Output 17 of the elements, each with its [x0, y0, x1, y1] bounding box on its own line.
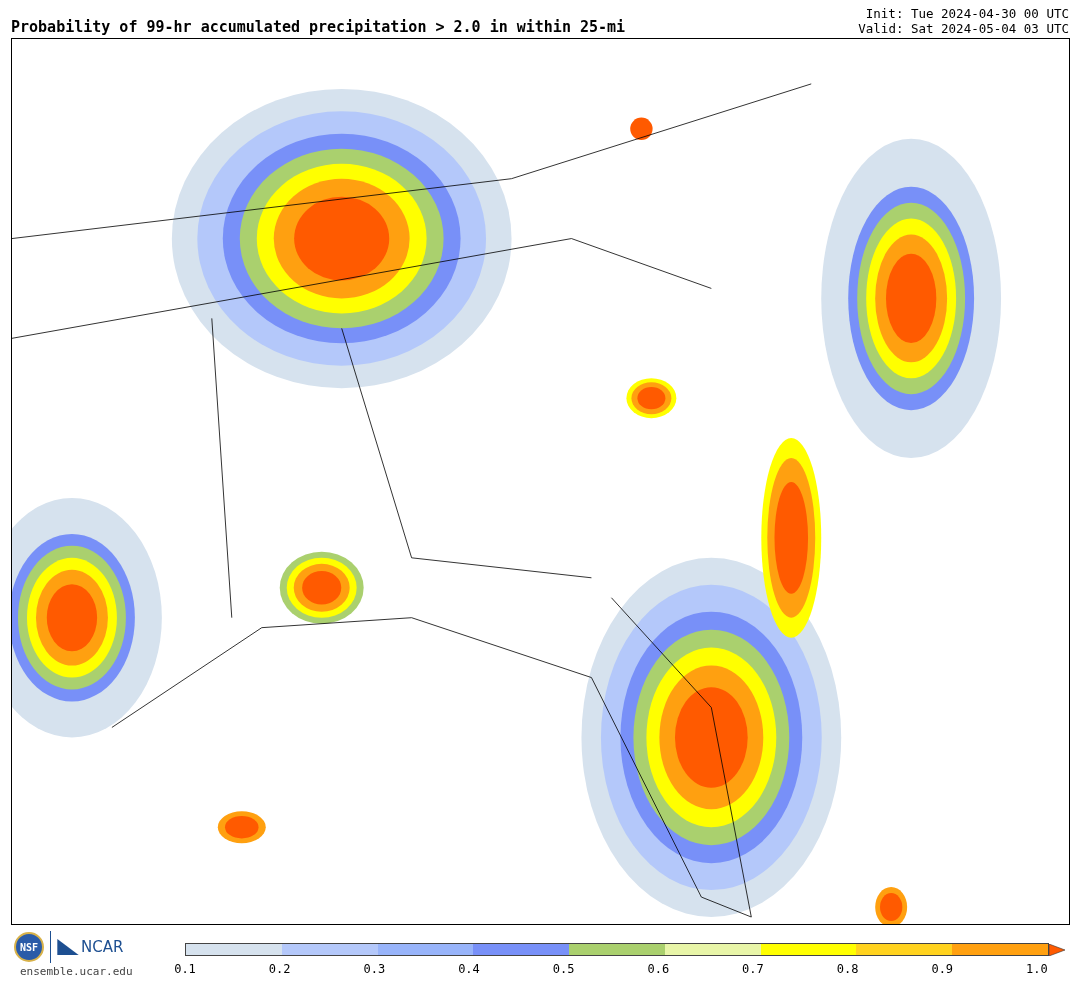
tick-label: 0.7: [741, 962, 765, 976]
website-url: ensemble.ucar.edu: [20, 965, 133, 978]
ncar-logo: NCAR: [81, 938, 124, 956]
chart-title: Probability of 99-hr accumulated precipitation > 2.0 in within 25-mi: [11, 18, 626, 36]
tick-label: 0.6: [646, 962, 671, 976]
valid-time: Valid: Sat 2024-05-04 03 UTC: [858, 21, 1069, 36]
ncar-logo-icon: [57, 939, 79, 955]
nsf-logo: NSF: [14, 932, 44, 962]
tick-label: 0.4: [457, 962, 481, 976]
init-time: Init: Tue 2024-04-30 00 UTC: [865, 6, 1069, 21]
tick-label: 1.0: [1025, 962, 1049, 976]
tick-label: 0.3: [362, 962, 387, 976]
tick-label: 0.5: [551, 962, 576, 976]
tick-label: 0.8: [835, 962, 860, 976]
tick-label: 0.9: [930, 962, 955, 976]
tick-label: 0.1: [173, 962, 197, 976]
tick-label: 0.2: [267, 962, 292, 976]
